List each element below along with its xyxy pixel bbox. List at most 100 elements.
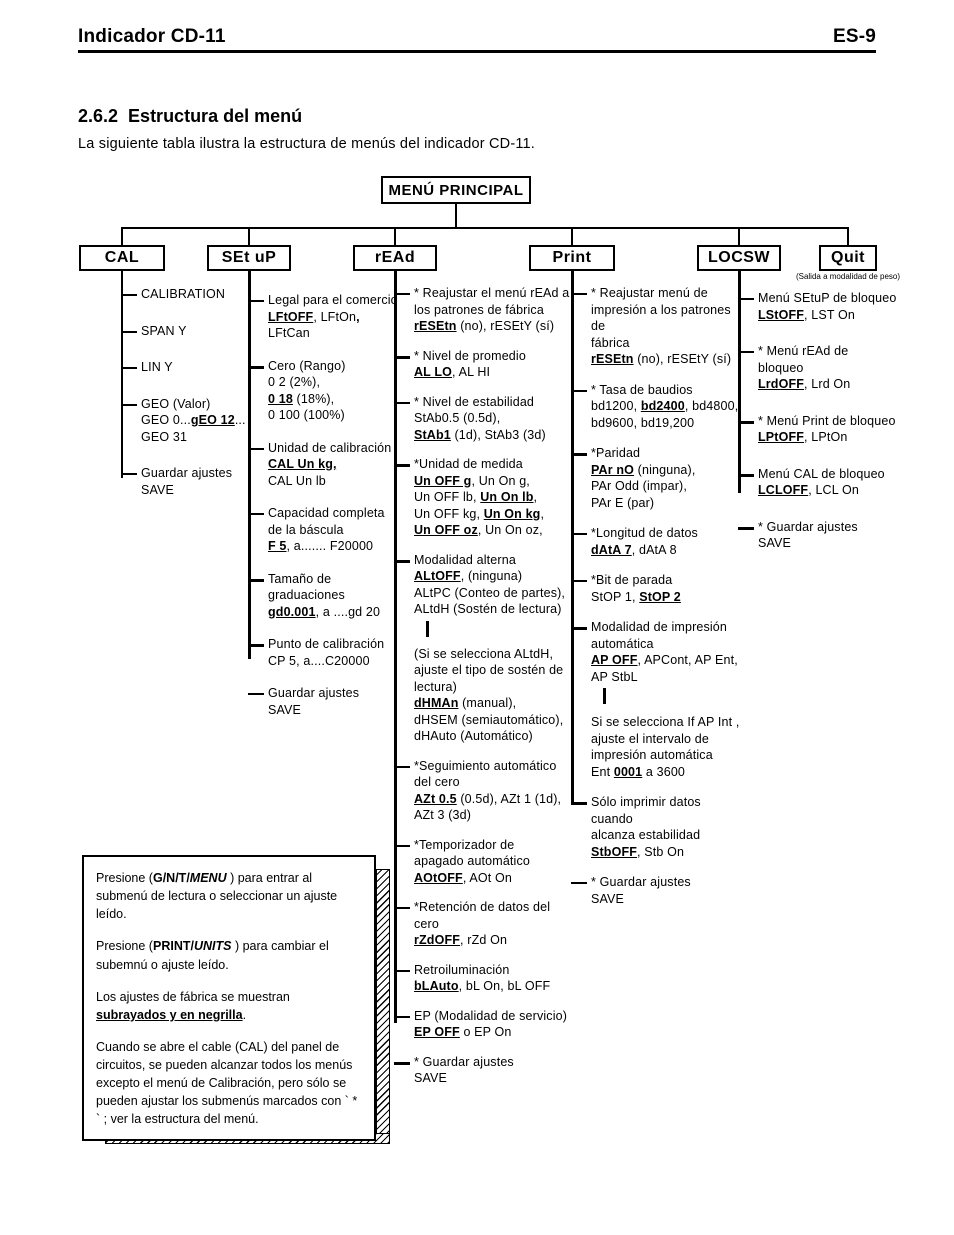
menu-item-line: StAb0.5 (0.5d),: [414, 410, 574, 427]
branch-tick: [394, 355, 410, 359]
menu-item-line: Guardar ajustes: [268, 685, 404, 702]
column-setup: Legal para el comercio LFtOFF, LFtOn, LFt…: [248, 292, 404, 718]
branch-tick: [248, 578, 264, 582]
menu-item-line: * Reajustar el menú rEAd a: [414, 285, 574, 302]
text-run: AP StbL: [591, 669, 638, 684]
menu-item-line: dHSEM (semiautomático),: [414, 712, 574, 729]
menu-item-line: GEO 0...gEO 12...: [141, 412, 259, 429]
text-run: UNITS: [193, 939, 232, 954]
connector-drop-print: [571, 227, 573, 246]
text-run: 0001: [613, 764, 643, 779]
branch-tick: [738, 351, 754, 353]
text-run: Los ajustes de fábrica se muestran: [96, 989, 290, 1004]
menu-item: * Tasa de baudios bd1200, bd2400, bd4800,…: [571, 382, 743, 432]
text-run: dAtA 7: [591, 542, 632, 557]
text-run: dHSEM (semiautomático),: [414, 712, 564, 727]
menu-item-line: 0 18 (18%),: [268, 391, 404, 408]
branch-tick: [394, 559, 410, 563]
branch-tick: [248, 513, 264, 515]
menu-item-line: Un OFF kg, Un On kg,: [414, 506, 574, 523]
node-setup: SEt uP: [207, 245, 291, 271]
node-read-label: rEAd: [374, 249, 416, 266]
menu-item: * Guardar ajustes SAVE: [571, 874, 743, 908]
text-run: *Unidad de medida: [414, 457, 523, 471]
note-paragraph: Cuando se abre el cable (CAL) del panel …: [96, 1038, 360, 1129]
branch-tick: [394, 844, 410, 847]
menu-item-line: Un OFF oz, Un On oz,: [414, 522, 574, 539]
node-locsw-label: LOCSW: [707, 249, 771, 266]
branch-tick: [738, 420, 754, 424]
text-run: impresión automática: [591, 748, 713, 762]
menu-item-line: * Menú Print de bloqueo: [758, 413, 918, 430]
text-run: ,: [533, 490, 538, 504]
menu-item-line: de la báscula: [268, 522, 404, 539]
text-run: StAb1: [414, 427, 451, 442]
connector-drop-quit: [847, 227, 849, 246]
text-run: AZt 0.5: [414, 791, 457, 806]
text-run: , dAtA 8: [631, 542, 677, 557]
menu-item-line: Tamaño de: [268, 571, 404, 588]
text-run: Cero (Rango): [268, 358, 346, 373]
text-run: graduaciones: [268, 588, 345, 602]
text-run: gd0.001: [268, 604, 316, 619]
sub-branch-tick: [426, 620, 429, 637]
text-run: * Guardar ajustes: [414, 1054, 514, 1069]
menu-item-line: AP StbL: [591, 669, 743, 686]
text-run: , Stb On: [637, 844, 685, 859]
text-run: GEO (Valor): [141, 396, 211, 411]
menu-item-line: ajuste el tipo de sostén de: [414, 662, 574, 679]
page-header: Indicador CD-11 ES-9: [78, 26, 876, 53]
text-run: *Longitud de datos: [591, 526, 698, 540]
menu-item-line: GEO 31: [141, 429, 259, 446]
menu-item-line: Punto de calibración: [268, 636, 404, 653]
text-run: LCLOFF: [758, 483, 809, 497]
menu-item-line: StbOFF, Stb On: [591, 844, 743, 861]
note-paragraph: Presione (PRINT/UNITS ) para cambiar el …: [96, 937, 360, 973]
menu-item-line: LStOFF, LST On: [758, 307, 918, 324]
menu-item-line: CP 5, a....C20000: [268, 653, 404, 670]
text-run: (18%),: [292, 391, 335, 406]
menu-item-line: AL LO, AL HI: [414, 364, 574, 381]
menu-item-line: * Guardar ajustes: [414, 1054, 574, 1071]
menu-item: * Reajustar menú de impresión a los patro…: [571, 285, 743, 368]
text-run: ajuste el intervalo de: [591, 731, 709, 746]
connector-drop-locsw: [738, 227, 740, 246]
node-cal-label: CAL: [104, 249, 140, 266]
menu-item-line: ajuste el intervalo de: [591, 731, 743, 748]
text-run: Menú SEtuP de bloqueo: [758, 291, 897, 305]
menu-item-line: Legal para el comercio: [268, 292, 404, 309]
text-run: Punto de calibración: [268, 637, 385, 651]
menu-item-line: gd0.001, a ....gd 20: [268, 604, 404, 621]
text-run: alcanza estabilidad: [591, 828, 701, 842]
menu-item-line: del cero: [414, 774, 574, 791]
text-run: Sólo imprimir datos cuando: [591, 795, 701, 826]
menu-item-line: LIN Y: [141, 359, 259, 376]
text-run: SAVE: [414, 1071, 448, 1085]
branch-tick: [738, 526, 754, 530]
menu-item-line: SAVE: [591, 891, 743, 908]
menu-item-line: dAtA 7, dAtA 8: [591, 542, 743, 559]
print-item-list: * Reajustar menú de impresión a los patro…: [571, 285, 743, 908]
text-run: ALtOFF: [414, 569, 461, 583]
menu-item-line: SAVE: [414, 1070, 574, 1087]
text-run: de la báscula: [268, 522, 344, 537]
column-read: * Reajustar el menú rEAd a los patrones d…: [394, 285, 574, 1087]
menu-item: Tamaño de graduaciones gd0.001, a ....gd 2…: [248, 571, 404, 621]
text-run: bloqueo: [758, 360, 804, 375]
menu-item-line: EP OFF o EP On: [414, 1024, 574, 1041]
menu-item: LIN Y: [121, 359, 259, 376]
text-run: * Nivel de promedio: [414, 348, 526, 363]
menu-item-line: * Guardar ajustes: [591, 874, 743, 891]
menu-item: * Guardar ajustes SAVE: [394, 1054, 574, 1087]
text-run: LFtCan: [268, 326, 310, 340]
node-quit-caption: (Salida a modalidad de peso): [795, 272, 901, 281]
menu-item-line: * Nivel de estabilidad: [414, 394, 574, 411]
text-run: * Guardar ajustes: [591, 875, 691, 889]
text-run: *Bit de parada: [591, 573, 673, 587]
text-run: ALtPC (Conteo de partes),: [414, 585, 566, 600]
menu-item: * Menú rEAd de bloqueo LrdOFF, Lrd On: [738, 343, 918, 393]
menu-item-line: bd1200, bd2400, bd4800,: [591, 398, 743, 415]
menu-item: * Nivel de promedio AL LO, AL HI: [394, 348, 574, 381]
text-run: ...: [234, 413, 246, 427]
menu-item-line: Modalidad de impresión: [591, 619, 743, 636]
